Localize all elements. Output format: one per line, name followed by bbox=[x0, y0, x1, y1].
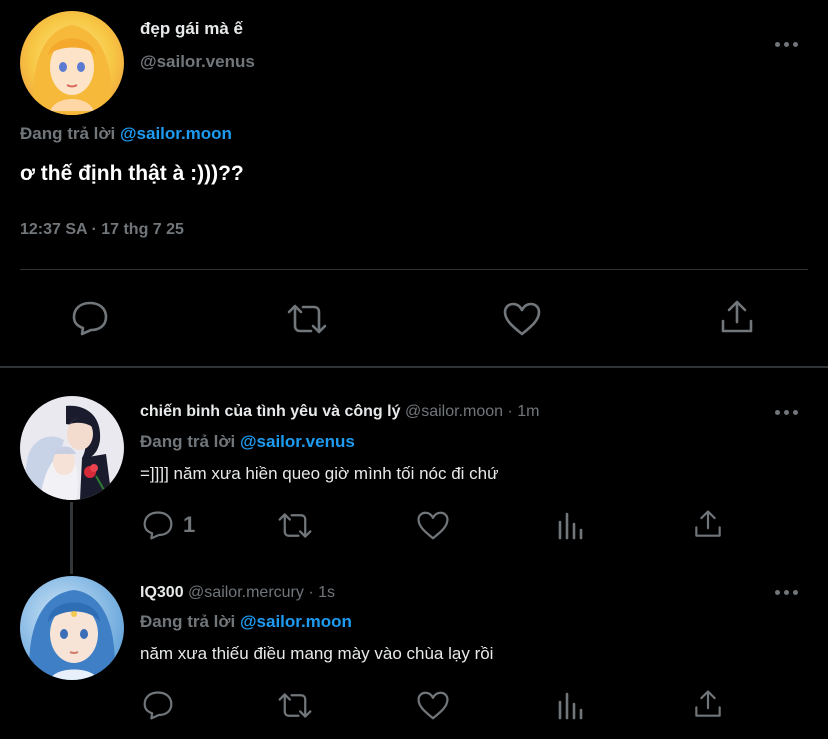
tweet-text: ơ thế định thật à :)))?? bbox=[20, 162, 244, 185]
like-icon[interactable] bbox=[502, 301, 542, 337]
retweet-icon[interactable] bbox=[285, 302, 329, 336]
replying-prefix: Đang trả lời bbox=[140, 612, 236, 631]
reply-text: =]]]] năm xưa hiền queo giờ mình tối nóc… bbox=[140, 464, 499, 483]
display-name[interactable]: IQ300 bbox=[140, 584, 184, 601]
more-options-icon[interactable] bbox=[775, 42, 798, 47]
analytics-icon[interactable] bbox=[557, 690, 585, 720]
display-name[interactable]: đẹp gái mà ế bbox=[140, 19, 243, 39]
avatar[interactable] bbox=[20, 11, 124, 115]
more-options-icon[interactable] bbox=[775, 590, 798, 595]
retweet-icon[interactable] bbox=[276, 511, 314, 540]
share-icon[interactable] bbox=[693, 689, 723, 719]
relative-time[interactable]: 1s bbox=[318, 584, 335, 601]
thread-line bbox=[70, 502, 73, 574]
more-options-icon[interactable] bbox=[775, 410, 798, 415]
replying-to-link[interactable]: @sailor.moon bbox=[120, 124, 232, 143]
reply-text: năm xưa thiếu điều mang mày vào chùa lạy… bbox=[140, 644, 494, 663]
share-icon[interactable] bbox=[719, 299, 755, 335]
replying-prefix: Đang trả lời bbox=[20, 124, 116, 143]
handle[interactable]: @sailor.mercury bbox=[188, 584, 304, 601]
replying-to: Đang trả lời @sailor.moon bbox=[20, 124, 232, 144]
avatar[interactable] bbox=[20, 576, 124, 680]
separator-dot: · bbox=[507, 403, 513, 420]
share-icon[interactable] bbox=[693, 509, 723, 539]
timestamp[interactable]: 12:37 SA · 17 thg 7 25 bbox=[20, 221, 184, 239]
reply-icon[interactable] bbox=[142, 510, 174, 540]
reply-icon[interactable] bbox=[71, 300, 109, 336]
relative-time[interactable]: 1m bbox=[517, 403, 539, 420]
replying-to-link[interactable]: @sailor.venus bbox=[240, 432, 355, 451]
section-separator bbox=[0, 366, 828, 368]
retweet-icon[interactable] bbox=[276, 691, 314, 720]
replying-to: Đang trả lời @sailor.moon bbox=[140, 612, 352, 632]
separator-dot: · bbox=[308, 584, 314, 601]
replying-prefix: Đang trả lời bbox=[140, 432, 236, 451]
reply-header: chiến binh của tình yêu và công lý @sail… bbox=[140, 403, 539, 421]
avatar[interactable] bbox=[20, 396, 124, 500]
handle[interactable]: @sailor.moon bbox=[405, 403, 503, 420]
display-name[interactable]: chiến binh của tình yêu và công lý bbox=[140, 403, 401, 420]
handle[interactable]: @sailor.venus bbox=[140, 52, 255, 72]
reply-icon[interactable] bbox=[142, 690, 174, 720]
replying-to: Đang trả lời @sailor.venus bbox=[140, 432, 355, 452]
analytics-icon[interactable] bbox=[557, 510, 585, 540]
reply-header: IQ300 @sailor.mercury · 1s bbox=[140, 584, 335, 602]
like-icon[interactable] bbox=[416, 690, 450, 721]
reply-count: 1 bbox=[183, 512, 196, 537]
divider bbox=[20, 269, 808, 270]
like-icon[interactable] bbox=[416, 510, 450, 541]
replying-to-link[interactable]: @sailor.moon bbox=[240, 612, 352, 631]
